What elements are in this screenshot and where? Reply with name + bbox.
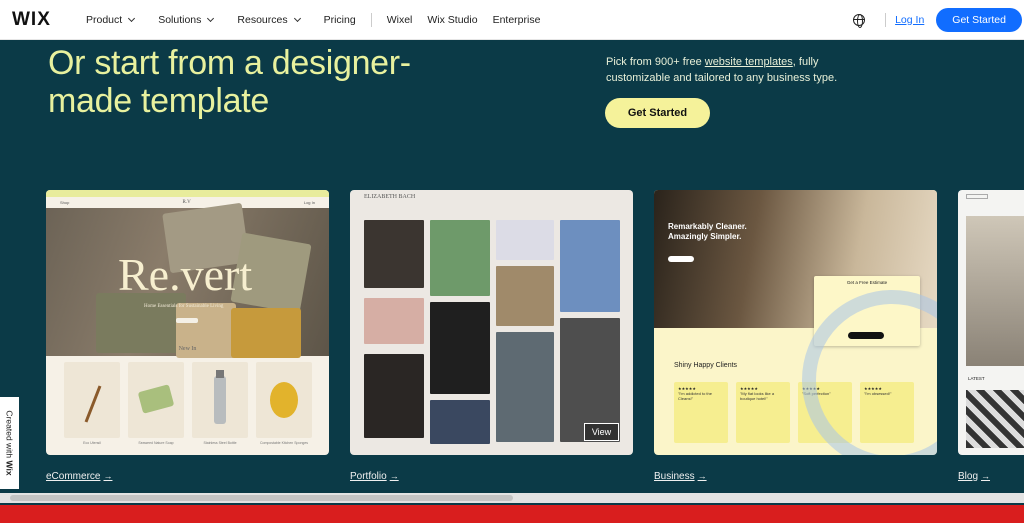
nav-divider xyxy=(370,12,372,27)
chevron-down-icon xyxy=(293,14,301,22)
template-headline: Remarkably Cleaner. Amazingly Simpler. xyxy=(668,222,747,241)
photo-tile xyxy=(430,302,490,394)
nav-resources-label: Resources xyxy=(237,13,288,26)
ecommerce-link[interactable]: eCommerce → xyxy=(46,471,112,482)
shop-button xyxy=(176,318,198,323)
product-name: Compostable Kitchen Sponges xyxy=(259,441,309,445)
product-tile xyxy=(192,362,248,438)
photo-tile xyxy=(496,220,554,260)
arrow-right-icon: → xyxy=(697,471,707,481)
nav-resources[interactable]: Resources xyxy=(237,13,301,26)
nav-wixel[interactable]: Wixel xyxy=(387,14,413,26)
product-name: Stainless Steel Bottle xyxy=(203,441,237,445)
arrow-right-icon: → xyxy=(389,471,399,481)
arrow-right-icon: → xyxy=(103,471,113,481)
template-header: ELIZABETH BACH xyxy=(364,194,416,200)
photo-tile xyxy=(560,220,620,312)
hero-desc-text: Pick from 900+ free xyxy=(606,56,705,68)
template-tagline: Home Essentials for Sustainable Living xyxy=(144,304,224,309)
review-title: "My flat looks like a boutique hotel!" xyxy=(740,391,775,401)
scrollbar-thumb[interactable] xyxy=(10,495,513,501)
soap-icon xyxy=(138,384,174,414)
utensil-icon xyxy=(84,385,102,423)
business-label: Business xyxy=(654,471,695,482)
new-in-heading: New In xyxy=(178,346,197,352)
top-nav: WIX Product Solutions Resources Pricing … xyxy=(0,0,1024,40)
business-template-card[interactable]: Remarkably Cleaner. Amazingly Simpler. G… xyxy=(654,190,937,455)
photo-tile xyxy=(364,354,424,438)
badge-prefix: Created with xyxy=(4,410,15,461)
photo-tile xyxy=(364,298,424,344)
ecommerce-label: eCommerce xyxy=(46,471,101,482)
review-card: ★★★★★ "My flat looks like a boutique hote… xyxy=(736,382,790,443)
hero-get-started-button[interactable]: Get Started xyxy=(605,98,710,128)
latest-label: LATEST xyxy=(968,376,985,381)
nav-enterprise[interactable]: Enterprise xyxy=(493,14,541,26)
website-templates-link[interactable]: website templates xyxy=(705,56,793,68)
nav-solutions-label: Solutions xyxy=(158,13,202,26)
blog-link[interactable]: Blog → xyxy=(958,471,990,482)
business-link[interactable]: Business → xyxy=(654,471,707,482)
bottom-banner xyxy=(0,505,1024,523)
product-name: Eco Utensil xyxy=(83,441,101,445)
hero-photo: Re.vert Home Essentials for Sustainable … xyxy=(46,202,329,358)
nav-product[interactable]: Product xyxy=(86,13,136,26)
ecommerce-template-card[interactable]: Shop R.V Log In Re.vert Home Essentials fo… xyxy=(46,190,329,455)
hero-title-line2: made template xyxy=(48,82,270,120)
nav-solutions[interactable]: Solutions xyxy=(158,13,215,26)
login-link[interactable]: Log In xyxy=(895,14,924,26)
photo-tile xyxy=(496,332,554,442)
product-tile xyxy=(256,362,312,438)
nav-get-started-button[interactable]: Get Started xyxy=(936,7,1022,32)
nav-divider xyxy=(885,12,887,27)
template-nav xyxy=(966,194,988,199)
created-with-wix-badge[interactable]: Created with Wix xyxy=(0,397,19,489)
badge-brand: Wix xyxy=(4,460,15,476)
portfolio-link[interactable]: Portfolio → xyxy=(350,471,399,482)
horizontal-scrollbar[interactable] xyxy=(0,493,1024,503)
blog-template-card[interactable]: LATEST xyxy=(958,190,1024,455)
nav-pricing[interactable]: Pricing xyxy=(324,14,356,26)
product-tile xyxy=(128,362,184,438)
nav-wix-studio[interactable]: Wix Studio xyxy=(427,14,477,26)
hero-title-line1: Or start from a designer- xyxy=(48,44,411,82)
announcement-bar xyxy=(46,190,329,197)
template-brand: Re.vert xyxy=(118,249,253,300)
photo-tile xyxy=(496,266,554,326)
review-card: ★★★★★ "I'm addicted to the Cleans!" xyxy=(674,382,728,443)
chevron-down-icon xyxy=(207,14,215,22)
nav-product-label: Product xyxy=(86,13,123,26)
blog-label: Blog xyxy=(958,471,979,482)
photo-tile xyxy=(430,400,490,444)
badge-text: Created with Wix xyxy=(5,410,15,475)
bottle-icon xyxy=(214,370,226,424)
review-title: "I'm addicted to the Cleans!" xyxy=(678,391,712,401)
product-name: Seaweed Nature Soap xyxy=(138,441,174,445)
chevron-down-icon xyxy=(128,14,136,22)
sponge-icon xyxy=(270,382,298,418)
hero-description: Pick from 900+ free website templates, f… xyxy=(606,54,866,86)
portfolio-template-card[interactable]: ELIZABETH BACH View xyxy=(350,190,633,455)
photo-tile xyxy=(430,220,490,296)
post-thumbnail xyxy=(966,390,1024,448)
product-tile xyxy=(64,362,120,438)
globe-icon[interactable] xyxy=(853,13,866,28)
hero-photo xyxy=(966,216,1024,366)
view-button[interactable]: View xyxy=(584,423,619,441)
photo-tile xyxy=(364,220,424,288)
clients-heading: Shiny Happy Clients xyxy=(674,362,738,369)
template-nav: Shop R.V Log In xyxy=(46,197,329,208)
arrow-right-icon: → xyxy=(981,471,991,481)
wix-logo[interactable]: WIX xyxy=(12,9,62,31)
estimate-title: Get a Free Estimate xyxy=(846,280,888,285)
portfolio-label: Portfolio xyxy=(350,471,387,482)
cta-button xyxy=(668,256,694,262)
hero-title: Or start from a designer- made template xyxy=(48,44,488,120)
